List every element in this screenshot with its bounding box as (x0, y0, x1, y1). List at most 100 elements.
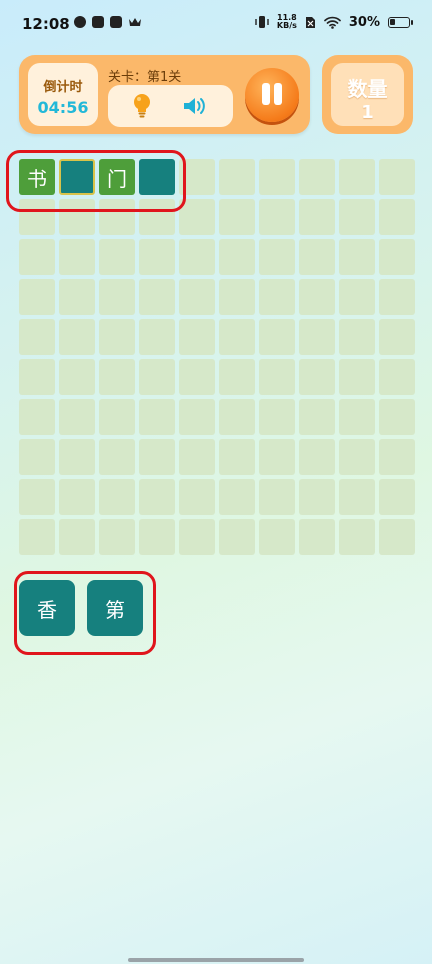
grid-cell[interactable] (259, 199, 295, 235)
grid-cell[interactable] (179, 479, 215, 515)
grid-cell[interactable] (259, 319, 295, 355)
grid-cell[interactable] (219, 359, 255, 395)
grid-cell[interactable] (139, 439, 175, 475)
grid-cell[interactable] (379, 399, 415, 435)
grid-cell[interactable] (259, 279, 295, 315)
grid-cell[interactable] (299, 479, 335, 515)
play-icon (92, 16, 104, 28)
speaker-icon[interactable] (182, 95, 208, 117)
grid-cell[interactable] (339, 199, 375, 235)
bulb-icon[interactable] (132, 93, 152, 119)
grid-cell[interactable] (259, 239, 295, 275)
grid-cell[interactable] (179, 359, 215, 395)
home-indicator[interactable] (128, 958, 304, 962)
grid-cell[interactable] (19, 319, 55, 355)
grid-cell[interactable] (179, 399, 215, 435)
grid-cell[interactable] (19, 239, 55, 275)
grid-cell[interactable] (339, 399, 375, 435)
grid-cell[interactable] (139, 399, 175, 435)
grid-cell[interactable] (339, 439, 375, 475)
grid-cell[interactable] (19, 359, 55, 395)
pause-button[interactable] (245, 68, 299, 122)
grid-cell[interactable] (179, 439, 215, 475)
grid-cell[interactable] (99, 239, 135, 275)
pause-icon (262, 83, 270, 105)
grid-cell[interactable] (19, 439, 55, 475)
grid-cell[interactable] (139, 519, 175, 555)
grid-cell[interactable] (59, 439, 95, 475)
grid-cell[interactable] (259, 439, 295, 475)
grid-cell[interactable] (379, 519, 415, 555)
grid-cell[interactable] (339, 479, 375, 515)
choice-tile[interactable]: 香 (19, 580, 75, 636)
grid-cell[interactable] (59, 319, 95, 355)
grid-cell[interactable] (99, 359, 135, 395)
grid-cell[interactable] (59, 239, 95, 275)
grid-cell[interactable] (99, 519, 135, 555)
grid-cell[interactable] (99, 319, 135, 355)
grid-cell[interactable] (219, 319, 255, 355)
grid-cell[interactable] (259, 519, 295, 555)
grid-cell[interactable] (339, 319, 375, 355)
grid-cell[interactable] (219, 279, 255, 315)
game-info-panel: 倒计时 04:56 关卡：第1关 (19, 55, 310, 134)
status-bar: 12:08 11.8 KB/s 30% (0, 0, 432, 50)
grid-cell[interactable] (19, 279, 55, 315)
grid-cell[interactable] (379, 319, 415, 355)
grid-cell[interactable] (99, 279, 135, 315)
grid-cell[interactable] (379, 439, 415, 475)
grid-cell[interactable] (299, 159, 335, 195)
grid-cell[interactable] (339, 519, 375, 555)
grid-cell[interactable] (139, 279, 175, 315)
grid-cell[interactable] (379, 479, 415, 515)
grid-cell[interactable] (299, 519, 335, 555)
grid-cell[interactable] (19, 399, 55, 435)
grid-cell[interactable] (379, 239, 415, 275)
grid-cell[interactable] (259, 399, 295, 435)
grid-cell[interactable] (99, 439, 135, 475)
grid-cell[interactable] (139, 239, 175, 275)
grid-cell[interactable] (299, 319, 335, 355)
grid-cell[interactable] (299, 279, 335, 315)
grid-cell[interactable] (299, 399, 335, 435)
grid-cell[interactable] (59, 359, 95, 395)
grid-cell[interactable] (379, 199, 415, 235)
grid-cell[interactable] (219, 199, 255, 235)
grid-cell[interactable] (99, 479, 135, 515)
grid-cell[interactable] (299, 239, 335, 275)
grid-cell[interactable] (59, 279, 95, 315)
grid-cell[interactable] (219, 479, 255, 515)
grid-cell[interactable] (219, 159, 255, 195)
grid-cell[interactable] (59, 519, 95, 555)
grid-cell[interactable] (179, 519, 215, 555)
grid-cell[interactable] (259, 159, 295, 195)
grid-cell[interactable] (139, 479, 175, 515)
grid-cell[interactable] (299, 199, 335, 235)
grid-cell[interactable] (139, 319, 175, 355)
grid-cell[interactable] (219, 519, 255, 555)
grid-cell[interactable] (59, 479, 95, 515)
grid-cell[interactable] (299, 359, 335, 395)
grid-cell[interactable] (339, 279, 375, 315)
grid-cell[interactable] (179, 279, 215, 315)
grid-cell[interactable] (379, 279, 415, 315)
grid-cell[interactable] (339, 239, 375, 275)
grid-cell[interactable] (299, 439, 335, 475)
grid-cell[interactable] (219, 399, 255, 435)
choice-tile[interactable]: 第 (87, 580, 143, 636)
grid-cell[interactable] (259, 479, 295, 515)
grid-cell[interactable] (219, 439, 255, 475)
grid-cell[interactable] (379, 159, 415, 195)
grid-cell[interactable] (179, 239, 215, 275)
grid-cell[interactable] (259, 359, 295, 395)
grid-cell[interactable] (379, 359, 415, 395)
grid-cell[interactable] (179, 319, 215, 355)
grid-cell[interactable] (99, 399, 135, 435)
grid-cell[interactable] (59, 399, 95, 435)
grid-cell[interactable] (339, 159, 375, 195)
grid-cell[interactable] (139, 359, 175, 395)
grid-cell[interactable] (19, 479, 55, 515)
grid-cell[interactable] (19, 519, 55, 555)
grid-cell[interactable] (339, 359, 375, 395)
grid-cell[interactable] (219, 239, 255, 275)
